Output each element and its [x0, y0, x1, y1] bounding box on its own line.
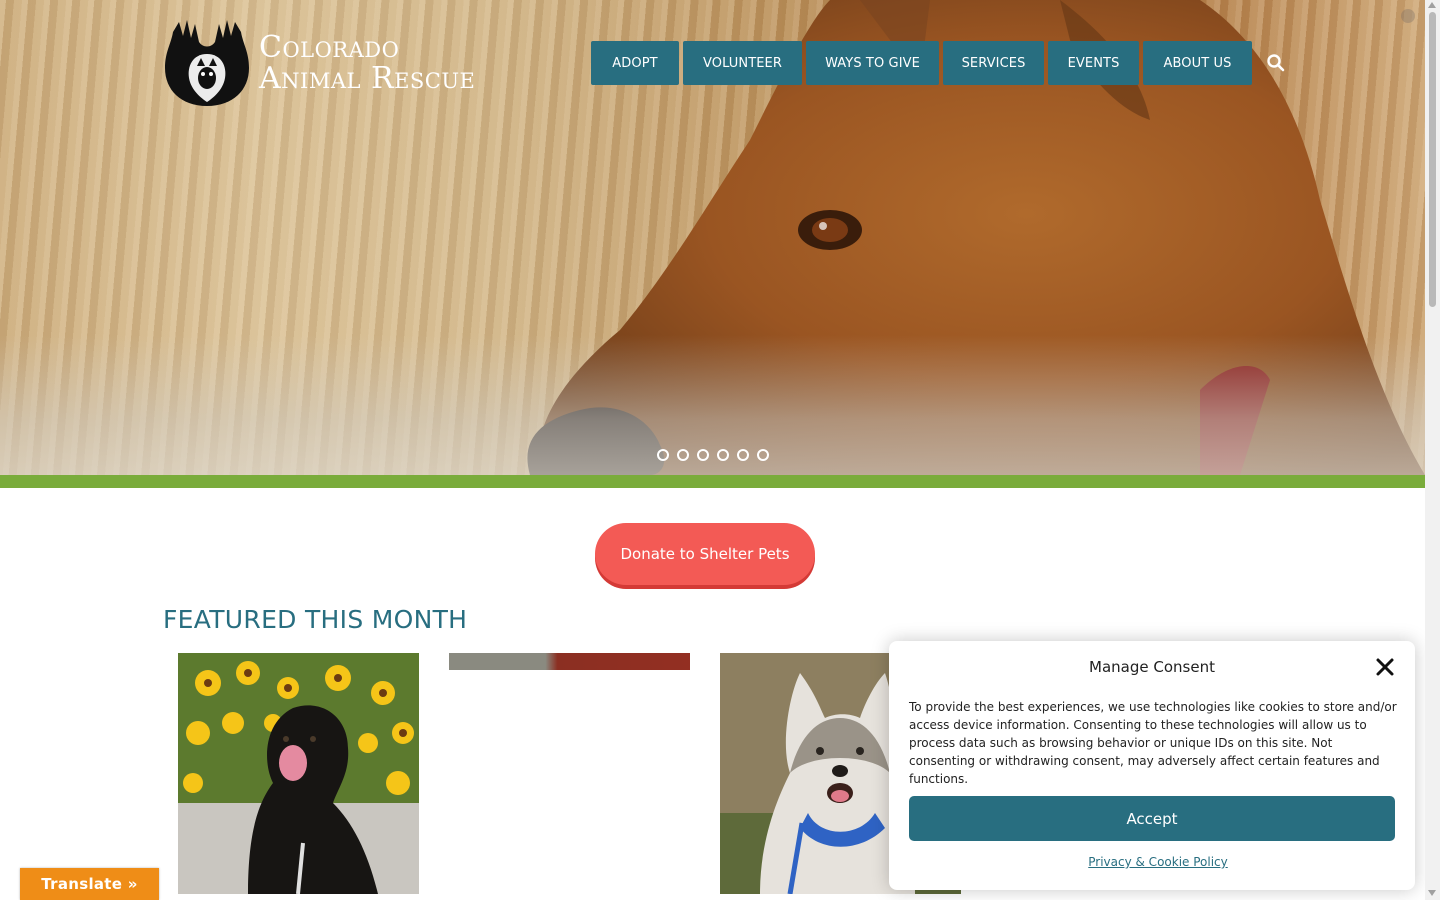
slider-dot-2[interactable] — [677, 449, 689, 461]
slider-dot-5[interactable] — [737, 449, 749, 461]
nav-services[interactable]: SERVICES — [943, 41, 1044, 85]
accept-button[interactable]: Accept — [909, 796, 1395, 841]
slider-dot-6[interactable] — [757, 449, 769, 461]
scroll-down-arrow[interactable] — [1428, 890, 1436, 896]
translate-button[interactable]: Translate » — [20, 868, 159, 900]
consent-dialog: Manage Consent To provide the best exper… — [889, 641, 1415, 890]
scroll-thumb[interactable] — [1429, 12, 1436, 307]
scroll-up-arrow[interactable] — [1428, 2, 1436, 8]
logo-line-1: Colorado — [259, 29, 400, 65]
slider-dot-1[interactable] — [657, 449, 669, 461]
site-logo[interactable]: Colorado Animal Rescue — [163, 18, 475, 108]
page: Colorado Animal Rescue ADOPT VOLUNTEER W… — [0, 0, 1440, 900]
nav-adopt[interactable]: ADOPT — [591, 41, 679, 85]
slider-dot-3[interactable] — [697, 449, 709, 461]
close-icon[interactable] — [1375, 657, 1395, 677]
donate-button[interactable]: Donate to Shelter Pets — [595, 523, 815, 585]
accent-bar — [0, 475, 1425, 488]
logo-hands-icon — [165, 20, 249, 106]
slider-dot-4[interactable] — [717, 449, 729, 461]
nav-volunteer[interactable]: VOLUNTEER — [683, 41, 802, 85]
nav-about-us[interactable]: ABOUT US — [1143, 41, 1252, 85]
logo-text: Colorado Animal Rescue — [259, 29, 476, 96]
logo-line-2: Animal Rescue — [259, 60, 476, 96]
featured-title: FEATURED THIS MONTH — [163, 605, 468, 634]
main-nav: ADOPT VOLUNTEER WAYS TO GIVE SERVICES EV… — [591, 41, 1252, 85]
slider-dots — [657, 449, 769, 461]
consent-title: Manage Consent — [1089, 658, 1215, 676]
page-scrollbar[interactable] — [1425, 0, 1440, 900]
featured-pet-card-2[interactable] — [449, 653, 690, 670]
search-icon[interactable] — [1266, 53, 1286, 73]
pet-photo-black-dog — [178, 653, 419, 894]
nav-ways-to-give[interactable]: WAYS TO GIVE — [806, 41, 939, 85]
privacy-policy-link[interactable]: Privacy & Cookie Policy — [889, 855, 1427, 869]
featured-pet-card-1[interactable] — [178, 653, 419, 894]
hero-corner-icon — [1401, 9, 1415, 23]
nav-events[interactable]: EVENTS — [1048, 41, 1139, 85]
consent-text: To provide the best experiences, we use … — [909, 700, 1397, 786]
